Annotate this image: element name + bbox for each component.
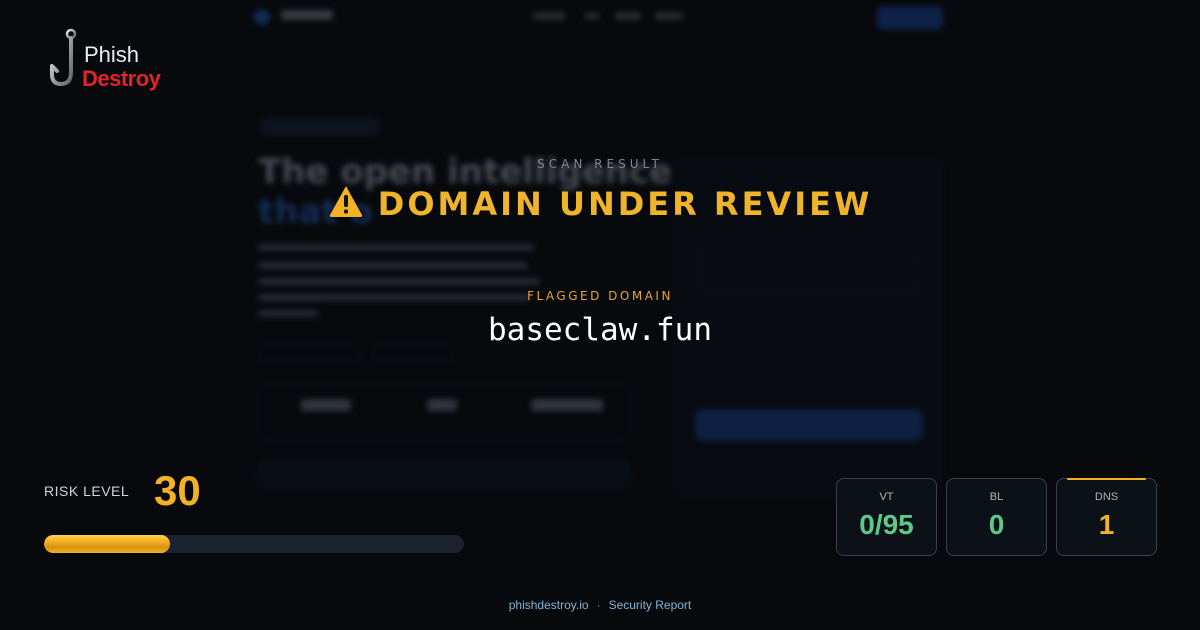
scan-status-text: DOMAIN UNDER REVIEW: [377, 185, 873, 223]
metric-label: DNS: [1094, 491, 1119, 503]
background-logo-icon: [252, 7, 272, 27]
background-nav-link: [655, 12, 683, 20]
background-info-banner: [258, 462, 630, 486]
background-stats-panel: [258, 384, 630, 442]
phishdestroy-logo: Phish Destroy: [48, 28, 178, 98]
background-cta-button: [877, 6, 943, 30]
metric-label: VT: [879, 491, 894, 503]
metric-value: 0: [988, 509, 1005, 540]
risk-level-bar-fill: [44, 535, 170, 553]
flagged-domain-label: FLAGGED DOMAIN: [527, 289, 673, 303]
background-nav-link: [615, 12, 641, 20]
metric-card-bl: BL 0: [946, 478, 1047, 556]
metric-card-dns: DNS 1: [1056, 478, 1157, 556]
background-stat: [301, 399, 351, 411]
background-brand: [281, 10, 333, 20]
footer: phishdestroy.io · Security Report: [0, 598, 1200, 612]
metric-value: 0/95: [859, 509, 914, 540]
scan-result-label: SCAN RESULT: [537, 157, 663, 171]
background-paragraph-line: [258, 278, 540, 285]
scan-status-headline: DOMAIN UNDER REVIEW: [0, 184, 1200, 223]
background-nav-link: [585, 12, 599, 20]
flagged-domain-value: baseclaw.fun: [488, 312, 712, 348]
logo-text-destroy: Destroy: [82, 66, 161, 91]
background-badge: [260, 118, 380, 136]
risk-level-value: 30: [154, 467, 201, 514]
metric-card-vt: VT 0/95: [836, 478, 937, 556]
footer-site-link[interactable]: phishdestroy.io: [509, 598, 589, 612]
risk-level-label: RISK LEVEL: [44, 483, 130, 499]
footer-separator: ·: [596, 598, 601, 612]
background-navbar: [252, 6, 945, 30]
background-nav-link: [533, 12, 565, 20]
risk-level-bar: [44, 535, 464, 553]
footer-report-label: Security Report: [608, 598, 692, 612]
background-card-button: [695, 409, 923, 441]
background-stat: [427, 399, 457, 411]
background-paragraph-line: [258, 244, 534, 251]
metric-label: BL: [989, 491, 1004, 503]
background-stat: [531, 399, 603, 411]
background-paragraph-line: [258, 262, 528, 269]
metric-value: 1: [1098, 509, 1115, 540]
warning-triangle-icon: [329, 186, 362, 217]
fish-hook-icon: [50, 28, 77, 86]
logo-text-phish: Phish: [84, 42, 140, 67]
metric-highlight-bar: [1067, 478, 1146, 480]
background-card-row: [699, 255, 921, 291]
background-card-row: [699, 343, 921, 379]
